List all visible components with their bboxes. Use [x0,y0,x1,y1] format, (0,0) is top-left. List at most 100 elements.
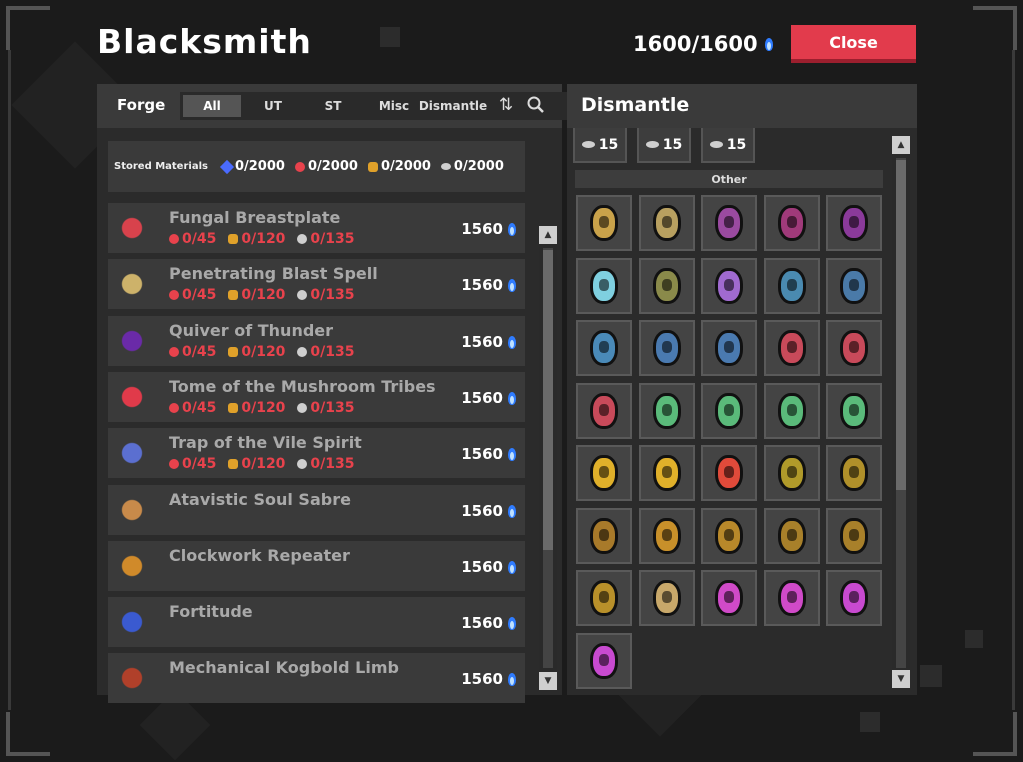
rune-slot[interactable] [576,195,632,251]
rune-icon [590,642,618,679]
rune-icon [590,267,618,304]
scroll-down-button[interactable]: ▼ [892,670,910,688]
rune-icon [590,580,618,616]
silver-ore-icon [297,347,308,357]
rune-slot[interactable] [638,507,695,564]
recipe-row[interactable]: Trap of the Vile Spirit 0/45 0/120 0/135 156… [108,428,525,478]
rune-slot[interactable] [701,257,757,314]
rune-slot[interactable] [638,570,695,626]
rune-slot[interactable] [826,320,882,376]
rune-slot[interactable] [701,570,757,626]
rune-slot[interactable] [763,257,820,314]
recipe-row[interactable]: Fungal Breastplate 0/45 0/120 0/135 1560 [108,203,525,253]
rune-slot[interactable] [576,382,632,439]
rune-icon [777,580,806,616]
recipe-row[interactable]: Fortitude 1560 [108,597,525,647]
rune-icon [715,330,743,366]
search-icon[interactable] [525,94,547,116]
rune-slot[interactable] [763,445,820,501]
cost-value: 1560 [461,614,503,632]
rune-slot[interactable] [826,445,882,501]
material-slot[interactable]: 15 [701,128,755,163]
scroll-thumb[interactable] [896,160,906,490]
scroll-down-button[interactable]: ▼ [539,672,557,690]
tab-misc[interactable]: Misc [365,95,423,117]
cost-value: 1560 [461,389,503,407]
rune-icon [715,455,743,491]
dismantle-scrollbar[interactable]: ▲ ▼ [892,136,910,688]
recipe-row[interactable]: Quiver of Thunder 0/45 0/120 0/135 1560 [108,316,525,366]
rune-icon [590,205,618,241]
item-icon [117,551,147,581]
rune-icon [652,455,681,491]
rune-slot[interactable] [826,570,882,626]
rune-icon [715,205,743,241]
rune-slot[interactable] [576,507,632,564]
rune-icon [652,517,681,554]
tab-all[interactable]: All [183,95,241,117]
forge-label: Forge [117,96,166,114]
material-count: 0/2000 [219,159,285,174]
rune-slot[interactable] [826,382,882,439]
recipe-row[interactable]: Penetrating Blast Spell 0/45 0/120 0/135 156… [108,259,525,309]
rune-icon [590,517,618,554]
material-slot-count: 15 [598,136,619,153]
recipe-scrollbar[interactable]: ▲ ▼ [539,226,557,690]
rune-icon [652,205,681,241]
rune-slot[interactable] [826,195,882,251]
rune-slot[interactable] [638,382,695,439]
rune-slot[interactable] [763,195,820,251]
rune-slot[interactable] [763,382,820,439]
rune-slot[interactable] [576,257,632,314]
requirement-value: 0/45 [182,400,217,416]
item-icon [117,495,147,525]
rune-slot[interactable] [701,445,757,501]
material-slot[interactable]: 15 [637,128,691,163]
gold-ore-icon [228,290,239,300]
rune-slot[interactable] [638,257,695,314]
item-cost: 1560 [461,333,517,351]
sort-icon[interactable]: ⇅ [495,94,517,116]
scroll-up-button[interactable]: ▲ [539,226,557,244]
recipe-row[interactable]: Tome of the Mushroom Tribes 0/45 0/120 0/13… [108,372,525,422]
rune-slot[interactable] [826,507,882,564]
scroll-up-button[interactable]: ▲ [892,136,910,154]
tab-dismantle[interactable]: Dismantle [419,95,487,117]
rune-icon [777,392,806,429]
rune-slot[interactable] [638,320,695,376]
requirement-value: 0/120 [241,287,286,303]
tab-st[interactable]: ST [304,95,362,117]
rune-slot[interactable] [638,445,695,501]
recipe-row[interactable]: Mechanical Kogbold Limb 1560 [108,653,525,703]
rune-slot[interactable] [701,507,757,564]
rune-slot[interactable] [701,320,757,376]
silver-ore-icon [709,141,723,148]
item-icon [117,213,147,243]
rune-slot[interactable] [576,320,632,376]
tab-ut[interactable]: UT [244,95,302,117]
close-button[interactable]: Close [791,25,916,63]
rune-slot[interactable] [763,507,820,564]
scroll-thumb[interactable] [543,250,553,550]
recipe-row[interactable]: Clockwork Repeater 1560 [108,541,525,591]
rune-icon [652,392,681,429]
blue-flame-icon [507,389,517,407]
blue-crystal-icon [219,159,235,174]
rune-slot[interactable] [576,445,632,501]
recipe-row[interactable]: Atavistic Soul Sabre 1560 [108,485,525,535]
rune-slot[interactable] [763,320,820,376]
corner-ornament [973,712,1017,756]
rune-slot[interactable] [826,257,882,314]
rune-slot[interactable] [576,632,632,689]
material-value: 0/2000 [234,159,285,174]
requirement-value: 0/135 [310,344,355,360]
rune-slot[interactable] [763,570,820,626]
rune-slot[interactable] [638,195,695,251]
rune-slot[interactable] [576,570,632,626]
requirement: 0/45 [169,344,216,360]
material-value: 0/2000 [307,159,358,174]
rune-slot[interactable] [701,382,757,439]
material-slot[interactable]: 15 [573,128,627,163]
item-icon [117,607,147,637]
rune-slot[interactable] [701,195,757,251]
